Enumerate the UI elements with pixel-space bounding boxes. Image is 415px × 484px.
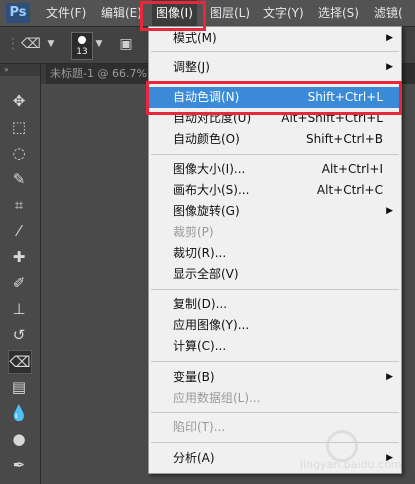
menu-item-reveal-all[interactable]: 显示全部(V) — [149, 264, 401, 285]
eraser-preset-icon[interactable]: ⌫ — [18, 33, 44, 55]
toolbar-collapse-icon[interactable]: » — [0, 64, 40, 76]
menu-item-duplicate[interactable]: 复制(D)... — [149, 294, 401, 315]
pen-tool-icon[interactable]: ✒ — [8, 454, 30, 476]
submenu-arrow-icon: ▶ — [386, 206, 393, 216]
menu-layer[interactable]: 图层(L) — [210, 0, 250, 26]
lasso-tool-icon[interactable]: ◌ — [8, 142, 30, 164]
crop-tool-icon[interactable]: ⌗ — [8, 194, 30, 216]
submenu-arrow-icon: ▶ — [386, 372, 393, 382]
history-brush-tool-icon[interactable]: ↺ — [8, 324, 30, 346]
healing-brush-tool-icon[interactable]: ✚ — [8, 246, 30, 268]
menu-separator — [151, 361, 399, 362]
menu-separator — [151, 412, 399, 413]
gradient-tool-icon[interactable]: ▤ — [8, 376, 30, 398]
menu-item-auto-color[interactable]: 自动颜色(O) Shift+Ctrl+B — [149, 129, 401, 150]
dodge-tool-icon[interactable]: ● — [8, 428, 30, 450]
menu-file[interactable]: 文件(F) — [46, 0, 86, 26]
menu-item-adjustments[interactable]: 调整(J) ▶ — [149, 57, 401, 78]
preset-dropdown-icon[interactable]: ▼ — [46, 33, 56, 55]
menu-item-mode[interactable]: 模式(M) ▶ — [149, 28, 401, 49]
blur-tool-icon[interactable]: 💧 — [8, 402, 30, 424]
menu-item-apply-data-set: 应用数据组(L)... — [173, 391, 261, 405]
brush-dropdown-icon[interactable]: ▼ — [94, 33, 104, 55]
clone-stamp-tool-icon[interactable]: ⊥ — [8, 298, 30, 320]
menu-item-image-size[interactable]: 图像大小(I)... Alt+Ctrl+I — [149, 159, 401, 180]
menu-item-image-rotation[interactable]: 图像旋转(G) ▶ — [149, 201, 401, 222]
menu-separator — [151, 154, 399, 155]
menu-bar: Ps 文件(F) 编辑(E) 图像(I) 图层(L) 文字(Y) 选择(S) 滤… — [0, 0, 415, 27]
brush-panel-icon[interactable]: ▣ — [114, 33, 138, 55]
brush-size-picker[interactable]: 13 — [71, 32, 93, 60]
baidu-watermark: jingyan.baidu.com — [300, 430, 410, 474]
menu-separator — [151, 289, 399, 290]
menu-filter[interactable]: 滤镜( — [374, 0, 403, 26]
quick-select-tool-icon[interactable]: ✎ — [8, 168, 30, 190]
menu-select[interactable]: 选择(S) — [318, 0, 359, 26]
menu-separator — [151, 51, 399, 52]
menu-item-apply-image[interactable]: 应用图像(Y)... — [149, 315, 401, 336]
menu-item-crop: 裁剪(P) — [173, 225, 214, 239]
annotation-box-auto-tone — [146, 81, 402, 115]
document-tab[interactable]: 未标题-1 @ 66.7% — [50, 64, 147, 84]
menu-edit[interactable]: 编辑(E) — [101, 0, 142, 26]
tools-panel: » ✥ ⬚ ◌ ✎ ⌗ ⁄ ✚ ✐ ⊥ ↺ ⌫ ▤ 💧 ● ✒ — [0, 64, 41, 484]
brush-tool-icon[interactable]: ✐ — [8, 272, 30, 294]
photoshop-logo: Ps — [6, 3, 30, 23]
eraser-tool-icon[interactable]: ⌫ — [8, 350, 32, 374]
options-grip-icon: ⋮ — [6, 36, 20, 52]
eyedropper-tool-icon[interactable]: ⁄ — [8, 220, 30, 242]
marquee-tool-icon[interactable]: ⬚ — [8, 116, 30, 138]
submenu-arrow-icon: ▶ — [386, 33, 393, 43]
menu-item-calculations[interactable]: 计算(C)... — [149, 336, 401, 357]
menu-item-variables[interactable]: 变量(B) ▶ — [149, 367, 401, 388]
menu-type[interactable]: 文字(Y) — [263, 0, 304, 26]
menu-item-trim[interactable]: 裁切(R)... — [149, 243, 401, 264]
annotation-box-image-menu — [140, 1, 206, 31]
move-tool-icon[interactable]: ✥ — [8, 90, 30, 112]
submenu-arrow-icon: ▶ — [386, 62, 393, 72]
menu-item-canvas-size[interactable]: 画布大小(S)... Alt+Ctrl+C — [149, 180, 401, 201]
